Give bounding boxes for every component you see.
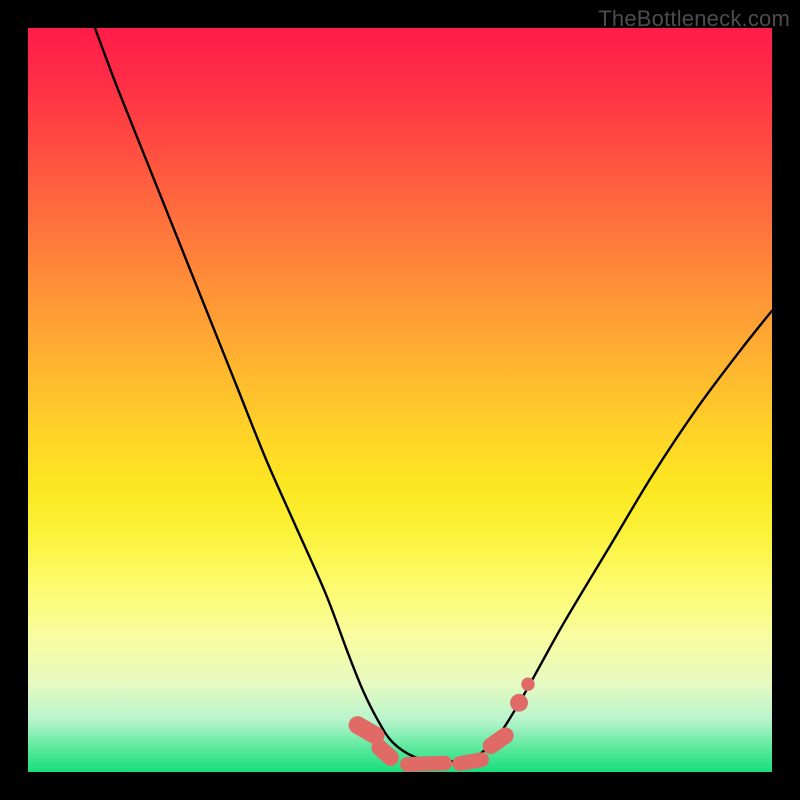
- marker-dot: [521, 678, 534, 691]
- chart-frame: TheBottleneck.com: [0, 0, 800, 800]
- bottleneck-curve: [95, 28, 772, 761]
- watermark-text: TheBottleneck.com: [598, 6, 790, 32]
- marker-pill: [400, 755, 453, 772]
- plot-area: [28, 28, 772, 772]
- curve-layer: [95, 28, 772, 761]
- marker-pill: [479, 724, 516, 757]
- marker-pill: [451, 751, 490, 772]
- chart-svg: [28, 28, 772, 772]
- marker-dot: [510, 694, 528, 712]
